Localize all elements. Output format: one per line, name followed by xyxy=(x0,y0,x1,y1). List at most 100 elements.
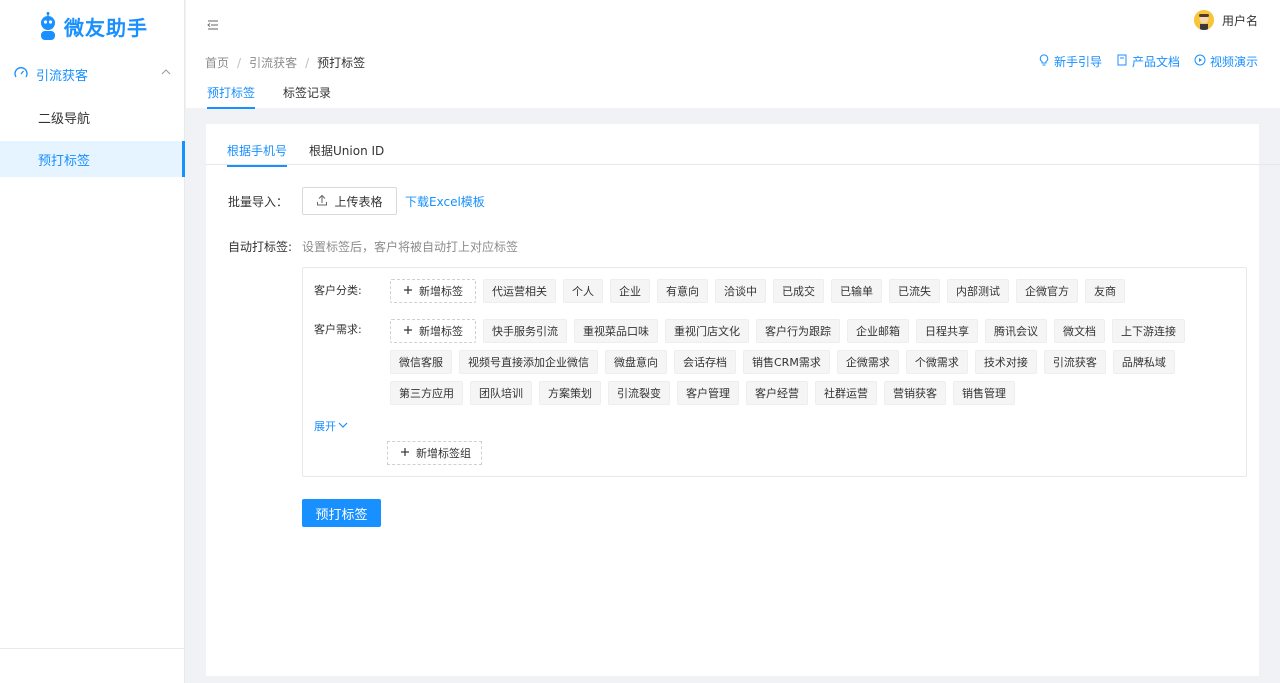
docs-link[interactable]: 产品文档 xyxy=(1116,53,1180,70)
avatar xyxy=(1193,10,1214,30)
tag-chip[interactable]: 销售CRM需求 xyxy=(743,350,830,374)
bulb-icon xyxy=(1038,54,1050,69)
category-label-customer-type: 客户分类: xyxy=(314,284,362,297)
content-card: 根据手机号 根据Union ID 批量导入： 上传表格 下载Excel模板 自动… xyxy=(206,124,1280,676)
tag-chip[interactable]: 第三方应用 xyxy=(390,381,463,405)
sidebar-item-secondary-nav[interactable]: 二级导航 xyxy=(0,99,185,135)
upload-icon xyxy=(316,194,328,209)
tag-chip[interactable]: 日程共享 xyxy=(916,319,978,343)
tag-chip[interactable]: 客户经营 xyxy=(746,381,808,405)
tag-chip[interactable]: 微信客服 xyxy=(390,350,452,374)
tag-chip[interactable]: 团队培训 xyxy=(470,381,532,405)
breadcrumb-home[interactable]: 首页 xyxy=(205,54,229,71)
upload-table-button[interactable]: 上传表格 xyxy=(302,187,397,215)
tag-chip[interactable]: 方案策划 xyxy=(539,381,601,405)
tag-chip[interactable]: 技术对接 xyxy=(974,350,1037,374)
document-icon xyxy=(1116,54,1128,69)
add-tag-button[interactable]: 新增标签 xyxy=(390,319,476,343)
sidebar-item-label: 预打标签 xyxy=(38,153,91,169)
tag-chip[interactable]: 代运营相关 xyxy=(483,279,556,303)
download-template-link[interactable]: 下载Excel模板 xyxy=(405,193,485,210)
sub-tabs: 根据手机号 根据Union ID xyxy=(206,124,1280,167)
tag-list-customer-type: 新增标签 代运营相关 个人 企业 有意向 洽谈中 已成交 已输单 已流失 内部测试 企微官方 友商 xyxy=(390,279,1228,303)
tag-chip[interactable]: 已输单 xyxy=(831,279,882,303)
add-tag-button[interactable]: 新增标签 xyxy=(390,279,476,303)
add-tag-label: 新增标签 xyxy=(419,285,463,298)
guide-link-label: 新手引导 xyxy=(1053,55,1102,69)
breadcrumb-separator: / xyxy=(237,55,242,70)
user-name: 用户名 xyxy=(1221,13,1258,28)
sidebar-item-label: 二级导航 xyxy=(38,111,91,127)
sidebar-group-lead-gen[interactable]: 引流获客 xyxy=(0,56,185,92)
header: 用户名 首页 / 引流获客 / 预打标签 新手引导 产品文档 视频演示 预打标签… xyxy=(186,0,1280,109)
expand-toggle[interactable]: 展开 xyxy=(314,418,348,434)
dashboard-icon xyxy=(14,66,28,83)
play-icon xyxy=(1194,54,1206,69)
tag-chip[interactable]: 企业 xyxy=(610,279,650,303)
docs-link-label: 产品文档 xyxy=(1131,55,1180,69)
guide-link[interactable]: 新手引导 xyxy=(1038,53,1102,70)
video-link-label: 视频演示 xyxy=(1209,55,1258,69)
tag-chip[interactable]: 社群运营 xyxy=(815,381,877,405)
help-links: 新手引导 产品文档 视频演示 xyxy=(1038,53,1258,70)
expand-label: 展开 xyxy=(314,420,336,433)
breadcrumb-separator: / xyxy=(305,55,310,70)
tag-chip[interactable]: 品牌私域 xyxy=(1112,350,1175,374)
tab-pre-tag[interactable]: 预打标签 xyxy=(207,84,256,109)
add-group-label: 新增标签组 xyxy=(416,447,471,460)
tag-chip[interactable]: 有意向 xyxy=(657,279,708,303)
chevron-up-icon xyxy=(161,66,171,80)
tag-chip[interactable]: 引流获客 xyxy=(1043,350,1106,374)
auto-tag-hint: 设置标签后，客户将被自动打上对应标签 xyxy=(302,240,519,254)
upload-button-label: 上传表格 xyxy=(334,194,383,209)
tag-chip[interactable]: 微文档 xyxy=(1054,319,1105,343)
tag-chip[interactable]: 会话存档 xyxy=(674,350,736,374)
tag-chip[interactable]: 上下游连接 xyxy=(1112,319,1185,343)
video-link[interactable]: 视频演示 xyxy=(1194,53,1258,70)
tag-chip[interactable]: 已流失 xyxy=(889,279,940,303)
sidebar-group-label: 引流获客 xyxy=(36,68,89,84)
tag-chip[interactable]: 企微官方 xyxy=(1016,279,1078,303)
tag-chip[interactable]: 友商 xyxy=(1085,279,1125,303)
pre-tag-submit-button[interactable]: 预打标签 xyxy=(302,499,381,527)
tag-chip[interactable]: 腾讯会议 xyxy=(985,319,1047,343)
sidebar-item-pre-tag[interactable]: 预打标签 xyxy=(0,141,185,177)
tag-chip[interactable]: 重视门店文化 xyxy=(665,319,749,343)
app-name: 微友助手 xyxy=(64,15,148,40)
tag-chip[interactable]: 营销获客 xyxy=(884,381,946,405)
tag-chip[interactable]: 引流裂变 xyxy=(608,381,670,405)
tag-chip[interactable]: 企微需求 xyxy=(836,350,899,374)
tag-chip[interactable]: 重视菜品口味 xyxy=(574,319,658,343)
category-label-customer-needs: 客户需求: xyxy=(314,323,362,336)
chevron-down-icon xyxy=(338,420,348,433)
app-logo[interactable]: 微友助手 xyxy=(38,8,148,44)
tag-chip[interactable]: 内部测试 xyxy=(947,279,1009,303)
menu-fold-icon[interactable] xyxy=(206,18,220,32)
add-tag-group-button[interactable]: 新增标签组 xyxy=(387,441,482,465)
tag-chip[interactable]: 快手服务引流 xyxy=(483,319,567,343)
user-menu[interactable]: 用户名 xyxy=(1193,10,1258,30)
tag-chip[interactable]: 个人 xyxy=(563,279,603,303)
tag-chip[interactable]: 客户行为跟踪 xyxy=(756,319,840,343)
tag-chip[interactable]: 客户管理 xyxy=(677,381,739,405)
sidebar: 微友助手 引流获客 二级导航 预打标签 xyxy=(0,0,185,683)
batch-import-label: 批量导入： xyxy=(228,195,289,209)
breadcrumb: 首页 / 引流获客 / 预打标签 xyxy=(205,54,365,71)
tag-chip[interactable]: 个微需求 xyxy=(905,350,968,374)
breadcrumb-lead-gen[interactable]: 引流获客 xyxy=(249,54,297,71)
tab-by-phone[interactable]: 根据手机号 xyxy=(227,142,288,167)
breadcrumb-current: 预打标签 xyxy=(317,56,366,70)
tag-chip[interactable]: 已成交 xyxy=(773,279,824,303)
plus-icon xyxy=(403,325,413,338)
plus-icon xyxy=(403,285,413,298)
plus-icon xyxy=(400,447,410,460)
add-tag-label: 新增标签 xyxy=(419,325,463,338)
tag-chip[interactable]: 销售管理 xyxy=(953,381,1015,405)
tag-chip[interactable]: 视频号直接添加企业微信 xyxy=(459,350,598,374)
tab-by-union-id[interactable]: 根据Union ID xyxy=(309,142,384,165)
tab-tag-records[interactable]: 标签记录 xyxy=(283,84,331,109)
tag-chip[interactable]: 洽谈中 xyxy=(715,279,766,303)
tag-chip[interactable]: 企业邮箱 xyxy=(847,319,909,343)
robot-logo-icon xyxy=(38,12,58,40)
tag-chip[interactable]: 微盘意向 xyxy=(605,350,667,374)
